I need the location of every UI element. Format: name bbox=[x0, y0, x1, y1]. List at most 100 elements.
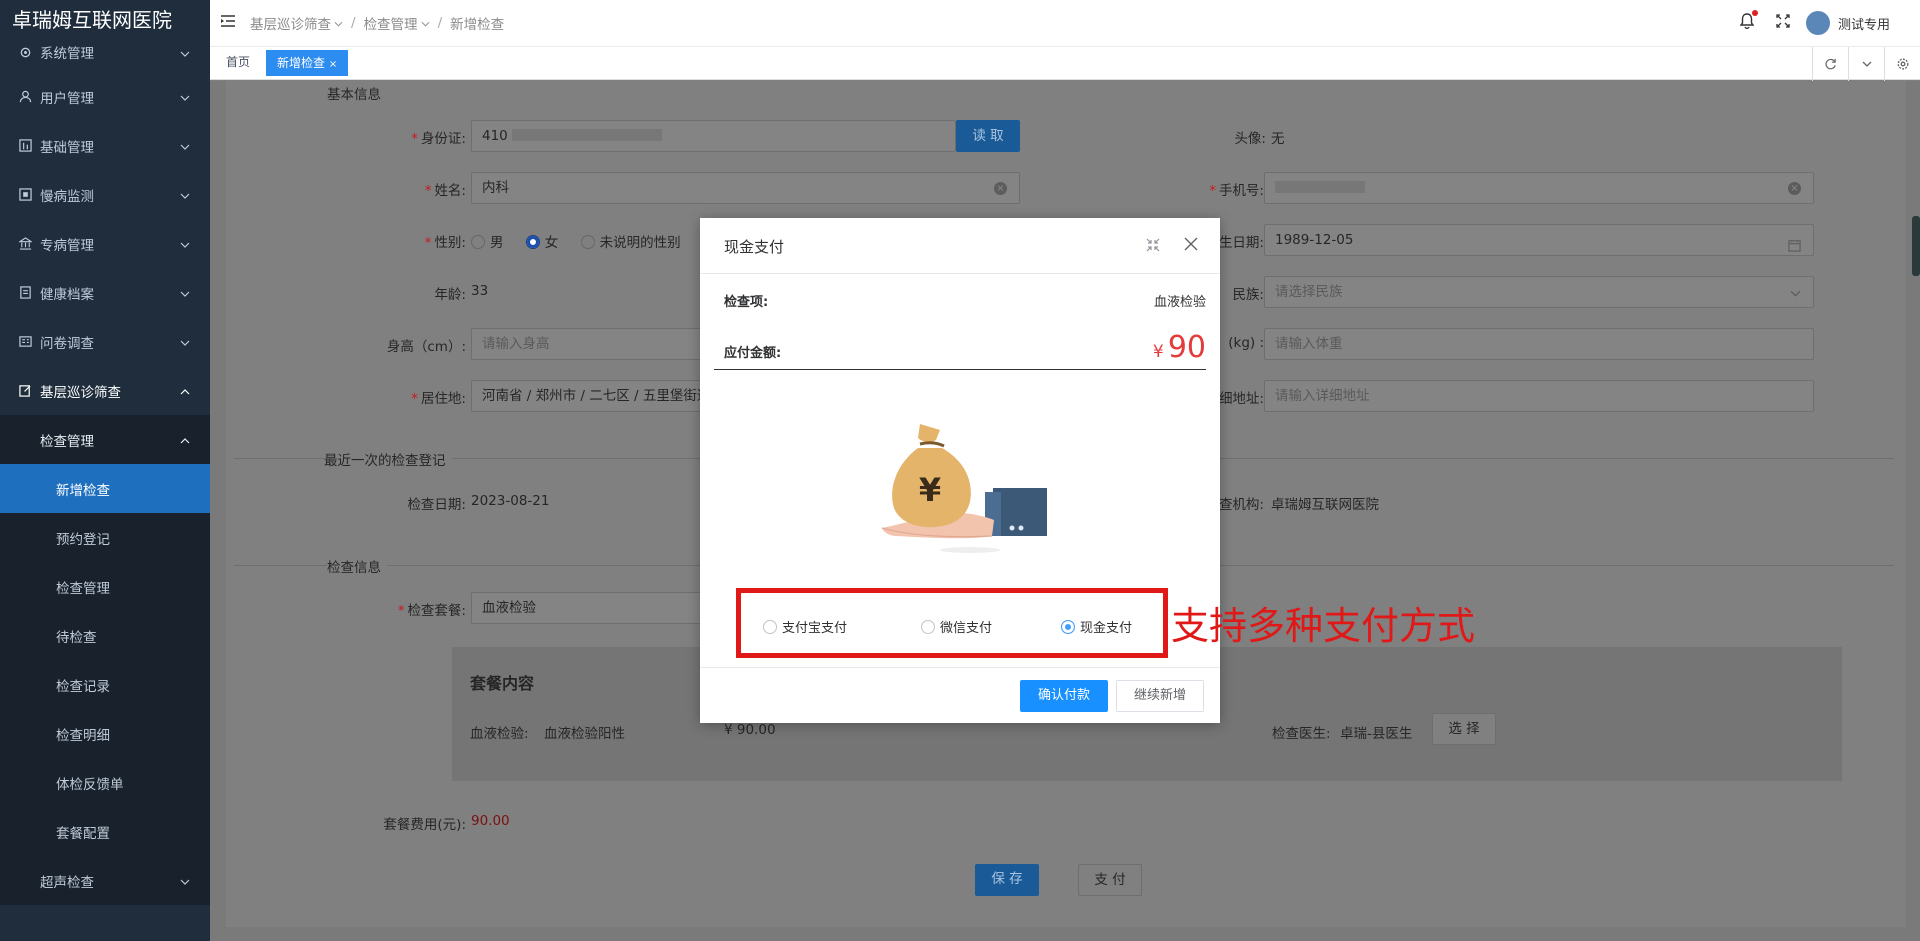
user-icon bbox=[18, 90, 32, 104]
grid-icon bbox=[18, 139, 32, 153]
sidebar-item-label: 慢病监测 bbox=[40, 188, 94, 205]
amount-value: ¥ 90 bbox=[1152, 330, 1206, 365]
calendar-icon bbox=[1788, 233, 1801, 255]
doctor-value: 卓瑞-县医生 bbox=[1340, 726, 1413, 742]
sidebar-item-feedback[interactable]: 体检反馈单 bbox=[0, 758, 210, 807]
radio-cash[interactable]: 现金支付 bbox=[1061, 617, 1132, 636]
save-button[interactable]: 保 存 bbox=[975, 864, 1039, 896]
clear-icon[interactable]: × bbox=[1788, 182, 1801, 195]
dialog-item-row: 检查项: 血液检验 bbox=[724, 291, 1206, 310]
tab-controls bbox=[1812, 47, 1920, 81]
refresh-icon[interactable] bbox=[1812, 47, 1848, 81]
continue-add-button[interactable]: 继续新增 bbox=[1116, 680, 1204, 712]
menu-fold-icon[interactable] bbox=[220, 14, 236, 32]
sidebar-item-label: 套餐配置 bbox=[56, 825, 110, 842]
sidebar-item-appointment[interactable]: 预约登记 bbox=[0, 513, 210, 562]
tab-new-exam[interactable]: 新增检查 × bbox=[266, 50, 349, 76]
close-icon[interactable]: × bbox=[329, 59, 337, 70]
sidebar-item-label: 基础管理 bbox=[40, 139, 94, 156]
sidebar-item-exam-detail[interactable]: 检查明细 bbox=[0, 709, 210, 758]
sidebar-item-label: 检查管理 bbox=[56, 580, 110, 597]
sidebar-item-label: 检查管理 bbox=[40, 433, 94, 450]
amount-label: 应付金额: bbox=[724, 346, 782, 361]
sidebar-item-new-exam[interactable]: 新增检查 bbox=[0, 464, 210, 513]
breadcrumb-item: 新增检查 bbox=[450, 17, 505, 33]
sidebar-submenu-ultrasound[interactable]: 超声检查 bbox=[0, 856, 210, 905]
notification-dot bbox=[1751, 10, 1758, 16]
bell-icon[interactable] bbox=[1739, 10, 1758, 33]
sidebar-item-survey[interactable]: 问卷调查 bbox=[0, 317, 210, 366]
avatar[interactable] bbox=[1805, 11, 1830, 35]
sidebar-item-screening[interactable]: 基层巡诊筛查 bbox=[0, 366, 210, 415]
gear-icon[interactable] bbox=[1884, 47, 1920, 81]
bank-icon bbox=[18, 237, 32, 251]
chevron-down-icon[interactable] bbox=[1848, 47, 1884, 81]
sidebar-item-exam-records[interactable]: 检查记录 bbox=[0, 660, 210, 709]
sidebar-submenu-exam[interactable]: 检查管理 bbox=[0, 415, 210, 464]
item-label: 检查项: bbox=[724, 295, 769, 310]
gear-icon bbox=[18, 45, 32, 59]
username[interactable]: 测试专用 bbox=[1838, 14, 1890, 33]
radio-female[interactable]: 女 bbox=[525, 235, 558, 251]
pay-option-label: 微信支付 bbox=[940, 621, 993, 636]
age-value: 33 bbox=[471, 283, 489, 299]
maximize-icon[interactable] bbox=[1146, 238, 1160, 256]
radio-alipay[interactable]: 支付宝支付 bbox=[763, 617, 847, 636]
tab-home[interactable]: 首页 bbox=[216, 50, 261, 76]
pay-button[interactable]: 支 付 bbox=[1078, 864, 1142, 896]
phone-input[interactable]: × bbox=[1264, 172, 1814, 204]
nation-select[interactable]: 请选择民族 bbox=[1264, 276, 1814, 308]
name-label: * 姓名: bbox=[424, 183, 466, 199]
sidebar-item-label: 用户管理 bbox=[40, 90, 94, 107]
radio-male[interactable]: 男 bbox=[471, 235, 504, 251]
id-label: * 身份证: bbox=[411, 131, 466, 147]
id-input[interactable]: 410 bbox=[471, 120, 956, 152]
chevron-down-icon bbox=[180, 236, 190, 252]
file-icon bbox=[18, 286, 32, 300]
sidebar-item-users[interactable]: 用户管理 bbox=[0, 72, 210, 121]
sidebar-item-disease[interactable]: 专病管理 bbox=[0, 219, 210, 268]
fullscreen-icon[interactable] bbox=[1776, 14, 1790, 32]
package-item-value: 血液检验阳性 bbox=[544, 726, 625, 742]
chevron-down-icon bbox=[1790, 278, 1801, 307]
scrollbar[interactable] bbox=[1912, 216, 1920, 276]
detail-address-input[interactable]: 请输入详细地址 bbox=[1264, 380, 1814, 412]
masked-phone bbox=[1275, 181, 1365, 193]
address-label: * 居住地: bbox=[411, 391, 466, 407]
height-label: 身高（cm）: bbox=[386, 339, 466, 355]
section-basic-title: 基本信息 bbox=[327, 87, 381, 103]
weight-input[interactable]: 请输入体重 bbox=[1264, 328, 1814, 360]
edit-icon bbox=[18, 384, 32, 398]
sidebar-item-records[interactable]: 健康档案 bbox=[0, 268, 210, 317]
fee-value: 90.00 bbox=[471, 813, 510, 829]
choose-doctor-button[interactable]: 选 择 bbox=[1432, 713, 1496, 745]
name-input[interactable]: 内科 × bbox=[471, 172, 1020, 204]
sidebar-item-label: 超声检查 bbox=[40, 874, 94, 891]
sidebar-item-exam-manage[interactable]: 检查管理 bbox=[0, 562, 210, 611]
radio-unspecified[interactable]: 未说明的性别 bbox=[580, 235, 681, 251]
breadcrumb-item[interactable]: 基层巡诊筛查 bbox=[250, 13, 331, 33]
breadcrumb-item[interactable]: 检查管理 bbox=[364, 13, 418, 33]
close-icon[interactable] bbox=[1184, 237, 1198, 255]
cash-payment-dialog: 现金支付 检查项: 血液检验 应付金额: ¥ 90 ¥ 支付宝支付 微信支付 现… bbox=[700, 218, 1220, 723]
clear-icon[interactable]: × bbox=[994, 182, 1007, 195]
sidebar-item-system[interactable]: 系统管理 bbox=[0, 32, 210, 72]
confirm-payment-button[interactable]: 确认付款 bbox=[1020, 680, 1108, 712]
exam-date-value: 2023-08-21 bbox=[471, 493, 550, 509]
sidebar-item-pending[interactable]: 待检查 bbox=[0, 611, 210, 660]
svg-text:¥: ¥ bbox=[919, 471, 941, 509]
radio-wechat[interactable]: 微信支付 bbox=[921, 617, 992, 636]
package-label: * 检查套餐: bbox=[397, 603, 466, 619]
chevron-up-icon bbox=[180, 432, 190, 448]
package-item-label: 血液检验: bbox=[470, 726, 529, 742]
sidebar-item-chronic[interactable]: 慢病监测 bbox=[0, 170, 210, 219]
item-value: 血液检验 bbox=[1153, 295, 1206, 310]
topbar-actions: 测试专用 bbox=[1739, 0, 1920, 46]
age-label: 年龄: bbox=[434, 287, 466, 303]
read-button[interactable]: 读 取 bbox=[956, 120, 1020, 152]
birth-input[interactable]: 1989-12-05 bbox=[1264, 224, 1814, 256]
sidebar-item-package-config[interactable]: 套餐配置 bbox=[0, 807, 210, 856]
avatar-label: 头像: bbox=[1234, 131, 1266, 147]
sidebar-item-basic[interactable]: 基础管理 bbox=[0, 121, 210, 170]
sidebar-item-label: 待检查 bbox=[56, 629, 97, 646]
